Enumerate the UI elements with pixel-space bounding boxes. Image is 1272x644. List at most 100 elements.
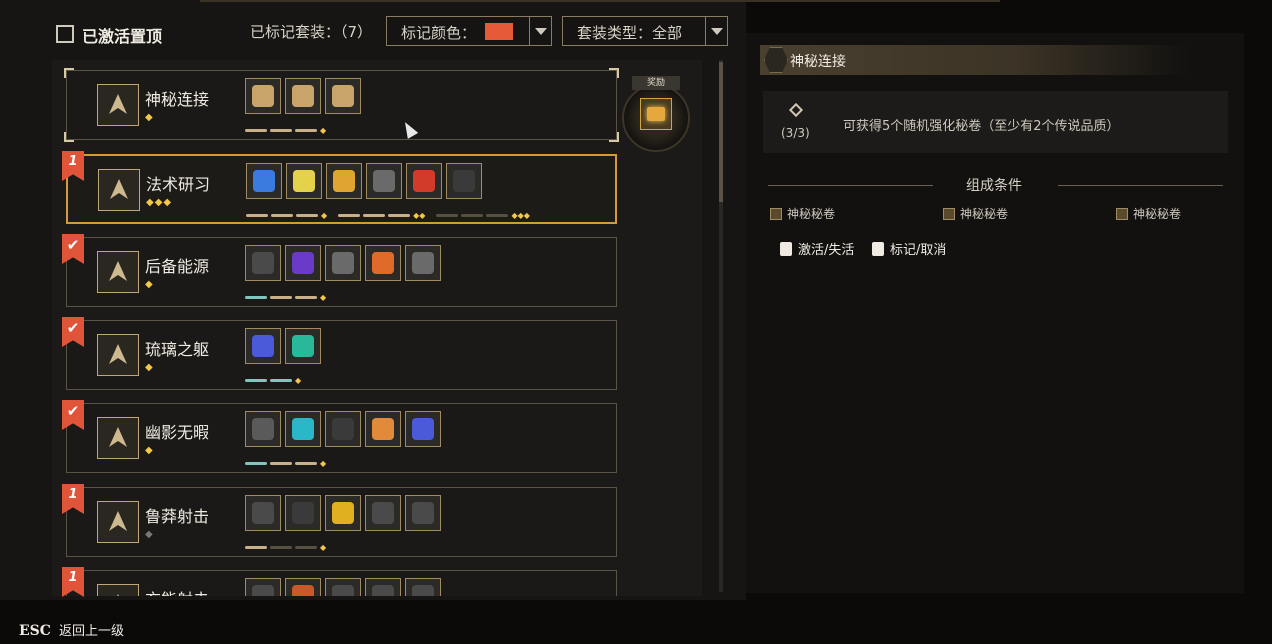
item-slot[interactable] [325, 578, 361, 596]
progress-segment [295, 546, 317, 549]
item-icon [412, 502, 434, 524]
item-slot[interactable] [285, 328, 321, 364]
item-slot[interactable] [405, 411, 441, 447]
mark-color-swatch [485, 23, 513, 40]
item-slot[interactable] [365, 578, 401, 596]
set-items [245, 495, 441, 531]
item-slot[interactable] [326, 163, 362, 199]
set-rarity: ◆ [145, 362, 154, 373]
set-row[interactable]: 琉璃之躯 ◆ ◆ [66, 320, 617, 390]
item-slot[interactable] [325, 245, 361, 281]
tier-diamond: ◆ [321, 211, 328, 220]
item-slot[interactable] [245, 78, 281, 114]
item-icon [372, 502, 394, 524]
item-icon [332, 85, 354, 107]
progress-segment [245, 129, 267, 132]
set-name: 琉璃之躯 [145, 340, 210, 359]
set-detail-panel: 神秘连接 (3/3) 可获得5个随机强化秘卷（至少有2个传说品质） 组成条件 神… [746, 33, 1244, 593]
item-icon [292, 585, 314, 596]
item-slot[interactable] [245, 411, 281, 447]
set-row[interactable]: 法术研习 ◆◆◆ ◆ ◆◆ ◆◆◆ [66, 154, 617, 224]
set-icon [97, 584, 139, 596]
divider [1058, 185, 1223, 186]
progress-segment [271, 214, 293, 217]
progress-segment [246, 214, 268, 217]
item-slot[interactable] [406, 163, 442, 199]
item-slot[interactable] [245, 245, 281, 281]
item-slot[interactable] [325, 411, 361, 447]
set-type-label: 套装类型：全部 [577, 24, 683, 42]
item-slot[interactable] [285, 245, 321, 281]
toggle-mark-action[interactable]: 标记/取消 [872, 239, 946, 258]
back-label: 返回上一级 [58, 624, 124, 639]
item-slot[interactable] [245, 328, 281, 364]
item-icon [332, 585, 354, 596]
chevron-down-icon[interactable] [529, 17, 551, 45]
item-icon [293, 170, 315, 192]
set-type-select[interactable]: 套装类型：全部 [562, 16, 728, 46]
item-icon [292, 252, 314, 274]
item-slot[interactable] [285, 578, 321, 596]
item-slot[interactable] [245, 578, 281, 596]
reward-preview[interactable]: 奖励 [622, 76, 690, 152]
tier-diamond: ◆◆ [413, 211, 426, 220]
item-slot[interactable] [285, 78, 321, 114]
set-list: 神秘连接 ◆ ◆ 法术研习 ◆◆◆ ◆ ◆◆ ◆◆◆ 后备能源 ◆ ◆ 琉璃之躯 ◆ ◆ 幽影无暇 ◆ ◆ 鲁莽射… [52, 60, 702, 596]
set-icon [97, 501, 139, 543]
item-slot[interactable] [446, 163, 482, 199]
set-progress: ◆ [245, 126, 334, 135]
set-progress: ◆ [245, 376, 309, 385]
item-slot[interactable] [245, 495, 281, 531]
progress-segment [295, 129, 317, 132]
item-slot[interactable] [365, 245, 401, 281]
item-slot[interactable] [405, 578, 441, 596]
progress-segment [296, 214, 318, 217]
pin-active-checkbox[interactable] [56, 25, 74, 43]
detail-title: 神秘连接 [790, 54, 846, 70]
progress-segment [338, 214, 361, 217]
back-hint[interactable]: ESC 返回上一级 [19, 620, 124, 639]
progress-segment [245, 546, 267, 549]
progress-segment [245, 379, 267, 382]
item-slot[interactable] [285, 495, 321, 531]
tier-diamond: ◆ [320, 543, 327, 552]
item-slot[interactable] [285, 411, 321, 447]
item-slot[interactable] [325, 78, 361, 114]
toggle-active-action[interactable]: 激活/失活 [780, 239, 854, 258]
item-icon [412, 252, 434, 274]
item-icon [292, 335, 314, 357]
pin-active-label[interactable]: 已激活置顶 [82, 23, 162, 47]
progress-segment [295, 462, 317, 465]
set-row[interactable]: 充能射击◆◆ [66, 570, 617, 596]
set-items [245, 328, 321, 364]
item-icon [252, 85, 274, 107]
set-row[interactable]: 神秘连接 ◆ ◆ [64, 68, 619, 142]
set-emblem-icon [764, 47, 788, 73]
mark-color-select[interactable]: 标记颜色： [386, 16, 552, 46]
set-rarity: ◆◆◆ [146, 197, 173, 208]
item-slot[interactable] [365, 411, 401, 447]
item-slot[interactable] [325, 495, 361, 531]
item-slot[interactable] [405, 245, 441, 281]
requirement-label: 神秘秘卷 [960, 207, 1009, 221]
set-row[interactable]: 鲁莽射击 ◆ ◆ [66, 487, 617, 557]
item-slot[interactable] [286, 163, 322, 199]
item-slot[interactable] [246, 163, 282, 199]
item-icon [292, 502, 314, 524]
set-name: 充能射击 [145, 586, 209, 596]
item-slot[interactable] [366, 163, 402, 199]
item-icon [332, 502, 354, 524]
list-scrollbar-thumb[interactable] [719, 62, 723, 202]
set-row[interactable]: 后备能源 ◆ ◆ [66, 237, 617, 307]
item-slot[interactable] [365, 495, 401, 531]
selection-corner [609, 132, 619, 142]
item-icon [252, 585, 274, 596]
item-slot[interactable] [405, 495, 441, 531]
chevron-down-icon[interactable] [705, 17, 727, 45]
progress-segment [461, 214, 484, 217]
set-name: 鲁莽射击 [145, 507, 210, 526]
item-icon [292, 85, 314, 107]
set-row[interactable]: 幽影无暇 ◆ ◆ [66, 403, 617, 473]
bonus-description: 可获得5个随机强化秘卷（至少有2个传说品质） [843, 119, 1120, 134]
detail-header: 神秘连接 [760, 45, 1190, 75]
